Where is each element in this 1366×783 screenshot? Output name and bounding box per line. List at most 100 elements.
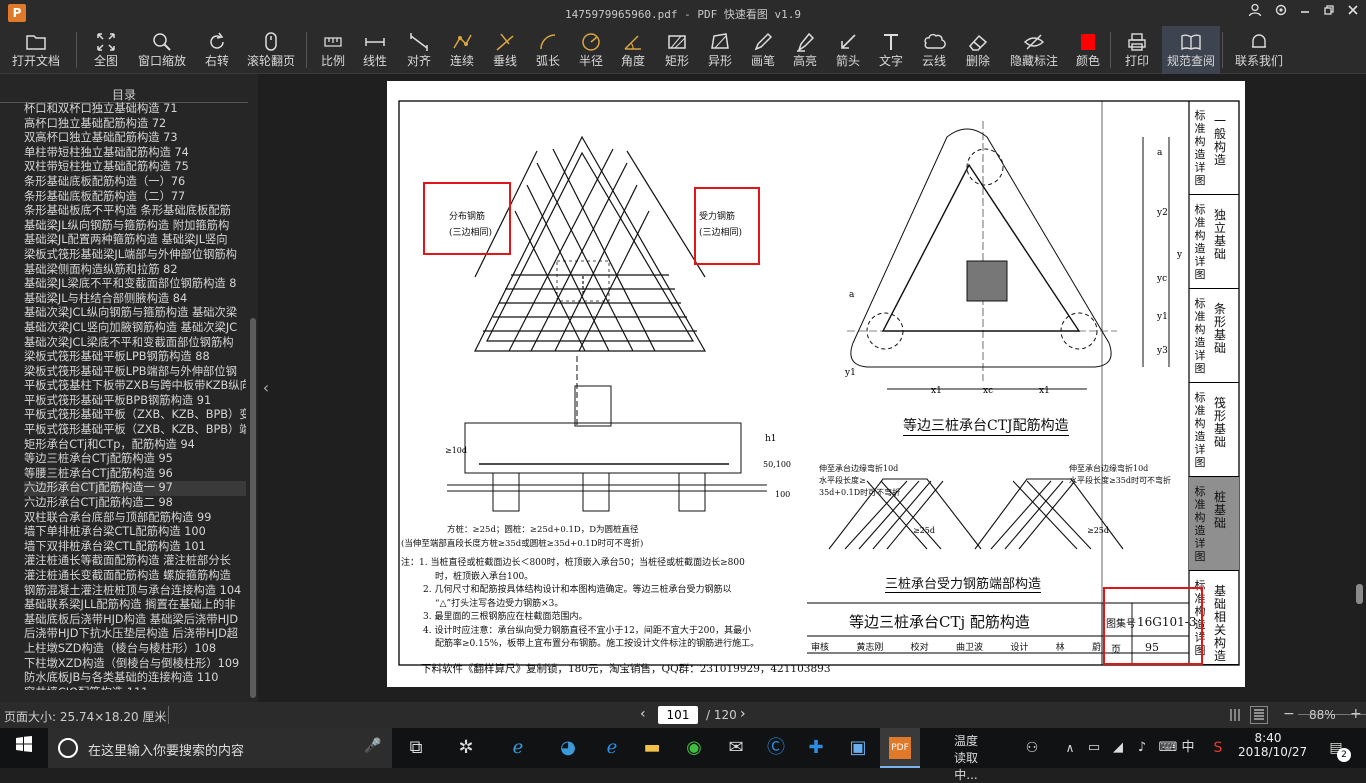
close-icon[interactable] (1342, 3, 1364, 23)
microphone-icon[interactable]: 🎤 (364, 738, 381, 754)
toc-item[interactable]: 基础底板后浇带HJD构造 基础梁后浇带HJD (24, 613, 246, 628)
plus-app-icon[interactable]: ✚ (798, 732, 834, 764)
mail-icon[interactable]: ✉ (718, 732, 754, 764)
viewer-scroll-thumb[interactable] (1356, 584, 1363, 604)
user-icon[interactable] (1244, 3, 1266, 23)
zoom-in-button[interactable]: + (1350, 706, 1362, 722)
toc-item[interactable]: 窗井墙CJQ配筋构造 111 (24, 686, 246, 690)
search-box[interactable]: 在这里输入你要搜索的内容 🎤 (48, 728, 392, 768)
toc-item[interactable]: 杯口和双杯口独立基础构造 71 (24, 102, 246, 117)
toc-item[interactable]: 梁板式筏形基础平板LPB端部与外伸部位钢 (24, 365, 246, 380)
tool-perpendicular[interactable]: 垂线 (488, 26, 522, 74)
task-view-icon[interactable]: ⧉ (398, 732, 434, 764)
people-icon[interactable]: ⚇ (1014, 732, 1050, 764)
toc-item[interactable]: 高杯口独立基础配筋构造 72 (24, 117, 246, 132)
tool-radius[interactable]: 半径 (572, 26, 610, 74)
tool-angle[interactable]: 角度 (614, 26, 652, 74)
toc-item[interactable]: 等腰三桩承台CTj配筋构造 96 (24, 467, 246, 482)
tool-eraser[interactable]: 删除 (958, 26, 998, 74)
clock[interactable]: 8:40 2018/10/27 (1238, 731, 1307, 759)
maximize-icon[interactable] (1318, 3, 1340, 23)
annotation-box[interactable] (1103, 587, 1203, 665)
tool-rotate-right[interactable]: 右转 (198, 26, 236, 74)
settings-icon[interactable] (1270, 3, 1292, 23)
toc-item[interactable]: 基础梁JL纵向钢筋与箍筋构造 附加箍筋构 (24, 219, 246, 234)
toc-item[interactable]: 六边形承台CTj配筋构造一 97 (24, 481, 246, 497)
tool-hide-annotation[interactable]: 隐藏标注 (1000, 26, 1068, 74)
toc-item[interactable]: 双柱带短柱独立基础配筋构造 75 (24, 160, 246, 175)
ie-icon[interactable]: ℯ (500, 732, 536, 764)
toc-item[interactable]: 下柱墩XZD构造（倒棱台与倒棱柱形）109 (24, 657, 246, 672)
toc-scroll-thumb[interactable] (250, 318, 256, 698)
tool-pen[interactable]: 画笔 (744, 26, 782, 74)
green-app-icon[interactable]: ◉ (676, 732, 712, 764)
tool-continuous-measure[interactable]: 连续 (442, 26, 482, 74)
toc-item[interactable]: 条形基础板底不平构造 条形基础底板配筋 (24, 204, 246, 219)
ime-indicator[interactable]: 中 (1176, 732, 1200, 764)
tool-arc-length[interactable]: 弧长 (528, 26, 568, 74)
toc-item[interactable]: 双高杯口独立基础配筋构造 73 (24, 131, 246, 146)
windows-start-icon[interactable] (6, 732, 42, 764)
toc-item[interactable]: 防水底板JB与各类基础的连接构造 110 (24, 671, 246, 686)
toc-item[interactable]: 条形基础底板配筋构造（一）76 (24, 175, 246, 190)
toc-item[interactable]: 双柱联合承台底部与顶部配筋构造 99 (24, 511, 246, 526)
toc-item[interactable]: 灌注桩通长变截面配筋构造 螺旋箍筋构造 (24, 569, 246, 584)
toc-item[interactable]: 基础梁JL与柱结合部侧腋构造 84 (24, 292, 246, 307)
toc-item[interactable]: 平板式筏形基础平板BPB钢筋构造 91 (24, 394, 246, 409)
toc-item[interactable]: 单柱带短柱独立基础配筋构造 74 (24, 146, 246, 161)
prev-page-icon[interactable]: ‹ (640, 706, 646, 722)
tool-arrow[interactable]: 箭头 (828, 26, 868, 74)
edge-icon[interactable]: ℯ (594, 732, 630, 764)
zoom-out-button[interactable]: − (1283, 706, 1295, 722)
tool-book[interactable]: 规范查阅 (1162, 26, 1220, 74)
tool-folder[interactable]: 打开文档 (6, 26, 66, 74)
toc-item[interactable]: 梁板式筏形基础平板LPB钢筋构造 88 (24, 350, 246, 365)
tool-fit-page[interactable]: 全图 (86, 26, 126, 74)
tool-rectangle-area[interactable]: 矩形 (658, 26, 696, 74)
toc-item[interactable]: 钢筋混凝土灌注桩桩顶与承台连接构造 104 (24, 584, 246, 599)
tool-printer[interactable]: 打印 (1118, 26, 1156, 74)
toc-item[interactable]: 条形基础底板配筋构造（二）77 (24, 190, 246, 205)
toc-item[interactable]: 六边形承台CTj配筋构造二 98 (24, 496, 246, 511)
toc-item[interactable]: 平板式筏形基础平板（ZXB、KZB、BPB）变截 (24, 408, 246, 423)
tool-highlighter[interactable]: 高亮 (786, 26, 824, 74)
toc-item[interactable]: 基础梁JL梁底不平和变截面部位钢筋构造 8 (24, 277, 246, 292)
toc-item[interactable]: 基础梁JL配置两种箍筋构造 基础梁JL竖向 (24, 233, 246, 248)
tool-color-swatch[interactable]: 颜色 (1072, 26, 1104, 74)
viewer-scrollbar[interactable] (1352, 74, 1366, 702)
pdf-app-taskbar-button[interactable]: PDF (880, 728, 920, 768)
fan-app-icon[interactable]: ✲ (448, 732, 484, 764)
single-page-view-icon[interactable] (1228, 708, 1242, 722)
toc-item[interactable]: 基础次梁JCL纵向钢筋与箍筋构造 基础次梁 (24, 306, 246, 321)
minimize-icon[interactable] (1294, 3, 1316, 23)
toc-item[interactable]: 基础次梁JCL竖向加腋钢筋构造 基础次梁JC (24, 321, 246, 336)
toc-item[interactable]: 后浇带HJD下抗水压垫层构造 后浇带HJD超 (24, 627, 246, 642)
tool-align-measure[interactable]: 对齐 (400, 26, 438, 74)
toc-item[interactable]: 墙下单排桩承台梁CTL配筋构造 100 (24, 525, 246, 540)
browser-icon[interactable]: ◕ (550, 732, 586, 764)
next-page-icon[interactable]: › (740, 706, 746, 722)
toc-item[interactable]: 灌注桩通长等截面配筋构造 灌注桩部分长 (24, 554, 246, 569)
toc-item[interactable]: 基础联系梁JLL配筋构造 搁置在基础上的非 (24, 598, 246, 613)
tool-zoom[interactable]: 窗口缩放 (134, 26, 190, 74)
page-input[interactable]: 101 (658, 706, 698, 724)
tool-cloud-line[interactable]: 云线 (914, 26, 954, 74)
tool-text[interactable]: 文字 (872, 26, 910, 74)
toc-item[interactable]: 平板式筏形基础平板（ZXB、KZB、BPB）端部 (24, 423, 246, 438)
sogou-icon[interactable]: S (1206, 732, 1230, 764)
file-explorer-icon[interactable]: ▬ (634, 732, 670, 764)
tool-contact[interactable]: 联系我们 (1230, 26, 1288, 74)
collapse-sidebar-button[interactable]: ‹ (258, 74, 274, 702)
store-icon[interactable]: ▣ (840, 732, 876, 764)
weather-widget[interactable]: 温度 读取中... (944, 732, 988, 783)
tool-mouse-wheel[interactable]: 滚轮翻页 (244, 26, 298, 74)
toc-item[interactable]: 矩形承台CTj和CTp，配筋构造 94 (24, 438, 246, 453)
annotation-box[interactable] (423, 182, 511, 255)
tool-linear-measure[interactable]: 线性 (358, 26, 392, 74)
annotation-box[interactable] (694, 187, 760, 265)
toc-item[interactable]: 梁板式筏形基础梁JL端部与外伸部位钢筋构 (24, 248, 246, 263)
toc-item[interactable]: 上柱墩SZD构造（棱台与棱柱形）108 (24, 642, 246, 657)
tool-polygon-area[interactable]: 异形 (700, 26, 740, 74)
c-app-icon[interactable]: Ⓒ (758, 732, 794, 764)
continuous-view-icon[interactable] (1250, 706, 1268, 724)
